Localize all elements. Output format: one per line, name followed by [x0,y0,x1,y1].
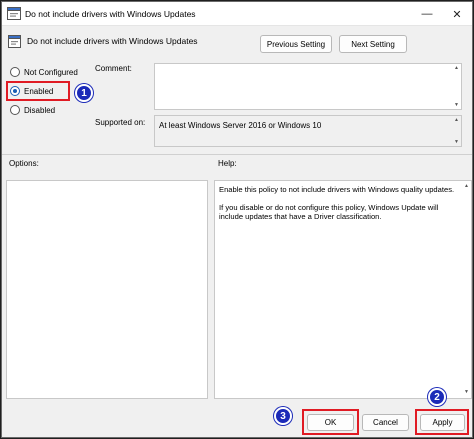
close-button[interactable]: ✕ [442,2,472,26]
apply-button[interactable]: Apply [420,414,465,431]
help-panel: Enable this policy to not include driver… [214,180,472,399]
options-label: Options: [9,159,39,168]
radio-label: Disabled [24,105,56,115]
next-setting-button[interactable]: Next Setting [339,35,407,53]
scroll-down-icon[interactable]: ▼ [453,139,460,145]
help-label: Help: [218,159,237,168]
scroll-up-icon[interactable]: ▲ [453,117,460,123]
radio-not-configured[interactable]: Not Configured [10,67,78,77]
title-bar: Do not include drivers with Windows Upda… [2,2,472,26]
ok-button[interactable]: OK [307,414,354,431]
scroll-down-icon[interactable]: ▼ [453,102,460,108]
supported-on-field: At least Windows Server 2016 or Windows … [154,115,462,147]
highlight-enabled [6,81,70,101]
close-icon: ✕ [452,8,462,21]
supported-on-label: Supported on: [95,118,146,127]
radio-label: Not Configured [24,67,78,77]
policy-title: Do not include drivers with Windows Upda… [27,36,198,46]
step-badge-2: 2 [428,388,446,406]
step-badge-1: 1 [75,84,93,102]
comment-scrollbar[interactable]: ▲ ▼ [452,64,461,109]
cancel-button[interactable]: Cancel [362,414,409,431]
step-badge-3: 3 [274,407,292,425]
options-panel [6,180,208,399]
scroll-down-icon[interactable]: ▼ [463,388,470,398]
previous-setting-button[interactable]: Previous Setting [260,35,332,53]
help-paragraph-2: If you disable or do not configure this … [219,202,439,222]
minimize-icon: — [421,8,433,20]
section-divider [2,154,472,155]
help-paragraph-1: Enable this policy to not include driver… [219,185,455,194]
minimize-button[interactable]: — [412,2,442,26]
comment-textarea[interactable]: ▲ ▼ [154,63,462,110]
policy-settings-icon [7,7,21,20]
scroll-up-icon[interactable]: ▲ [463,182,470,192]
supported-scrollbar[interactable]: ▲ ▼ [452,116,461,146]
radio-disabled[interactable]: Disabled [10,105,55,115]
supported-on-value: At least Windows Server 2016 or Windows … [159,121,322,130]
radio-button[interactable] [10,67,20,77]
window-title: Do not include drivers with Windows Upda… [25,9,196,19]
policy-settings-icon [8,35,21,48]
help-scrollbar[interactable]: ▲ ▼ [462,181,471,398]
radio-button[interactable] [10,105,20,115]
scroll-up-icon[interactable]: ▲ [453,65,460,71]
policy-dialog-window: Do not include drivers with Windows Upda… [1,1,473,438]
comment-label: Comment: [95,64,132,73]
